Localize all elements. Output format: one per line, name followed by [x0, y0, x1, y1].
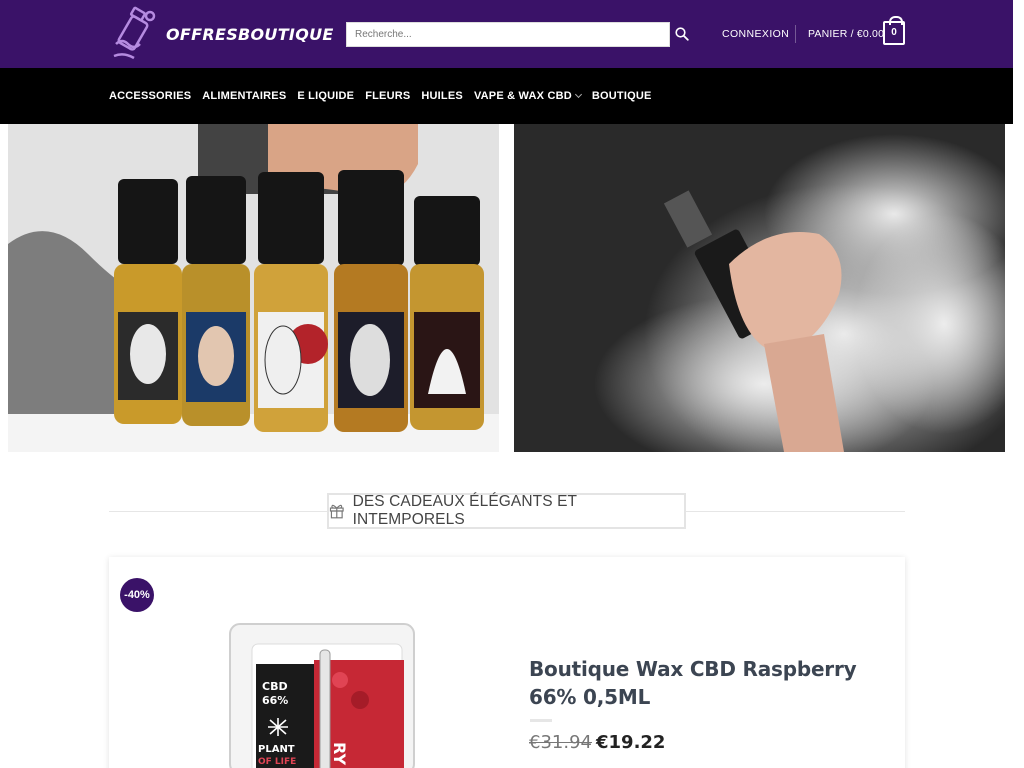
section-rule-right: [686, 511, 905, 512]
nav-item-accessories[interactable]: ACCESSORIES: [109, 90, 191, 102]
hero-banner-eliquid[interactable]: [8, 124, 499, 452]
login-link[interactable]: CONNEXION: [722, 28, 789, 40]
product-title[interactable]: Boutique Wax CBD Raspberry 66% 0,5ML: [529, 655, 889, 711]
hero-banner-vape[interactable]: [514, 124, 1005, 452]
gift-icon: [329, 504, 344, 519]
chevron-down-icon: [574, 90, 582, 99]
nav-item-e-liquide[interactable]: E LIQUIDE: [297, 90, 354, 102]
nav-item-alimentaires[interactable]: ALIMENTAIRES: [202, 90, 286, 102]
main-nav: ACCESSORIES ALIMENTAIRES E LIQUIDE FLEUR…: [109, 90, 663, 102]
package-label-ry: RY: [330, 742, 349, 765]
cart-count-badge[interactable]: 0: [883, 16, 905, 45]
e-liquid-bottles-image: [8, 124, 499, 452]
title-divider: [530, 719, 552, 722]
brand-name: OFFRESBOUTIQUE: [166, 24, 334, 44]
site-logo[interactable]: OFFRESBOUTIQUE: [110, 4, 334, 64]
price-old: €31.94: [529, 732, 592, 753]
price-new: €19.22: [596, 732, 666, 753]
package-label-plant: PLANT: [258, 744, 295, 755]
section-title-box: DES CADEAUX ÉLÉGANTS ET INTEMPORELS: [327, 493, 686, 529]
section-title: DES CADEAUX ÉLÉGANTS ET INTEMPORELS: [352, 493, 577, 528]
cart-link[interactable]: PANIER / €0.00: [808, 28, 884, 40]
section-rule-left: [109, 511, 327, 512]
search-input[interactable]: [347, 23, 669, 46]
search-box: [346, 22, 670, 47]
header-divider: [795, 25, 796, 43]
vape-smoke-image: [514, 124, 1005, 452]
nav-item-vape-wax-cbd-label: VAPE & WAX CBD: [473, 90, 572, 102]
cannabis-leaf-icon: [268, 718, 288, 736]
package-label-oflife: OF LIFE: [258, 757, 296, 767]
package-label-percent: 66%: [262, 694, 288, 707]
product-image[interactable]: CBD 66% PLANT OF LIFE RY: [200, 620, 440, 768]
nav-item-boutique[interactable]: BOUTIQUE: [592, 90, 652, 102]
search-button[interactable]: [673, 24, 691, 44]
nav-item-fleurs[interactable]: FLEURS: [365, 90, 410, 102]
nav-item-huiles[interactable]: HUILES: [421, 90, 463, 102]
vape-logo-icon: [113, 6, 156, 60]
search-icon: [675, 27, 689, 41]
package-label-cbd: CBD: [262, 680, 288, 693]
nav-item-vape-wax-cbd[interactable]: VAPE & WAX CBD: [473, 90, 582, 102]
sale-badge: -40%: [120, 578, 154, 612]
